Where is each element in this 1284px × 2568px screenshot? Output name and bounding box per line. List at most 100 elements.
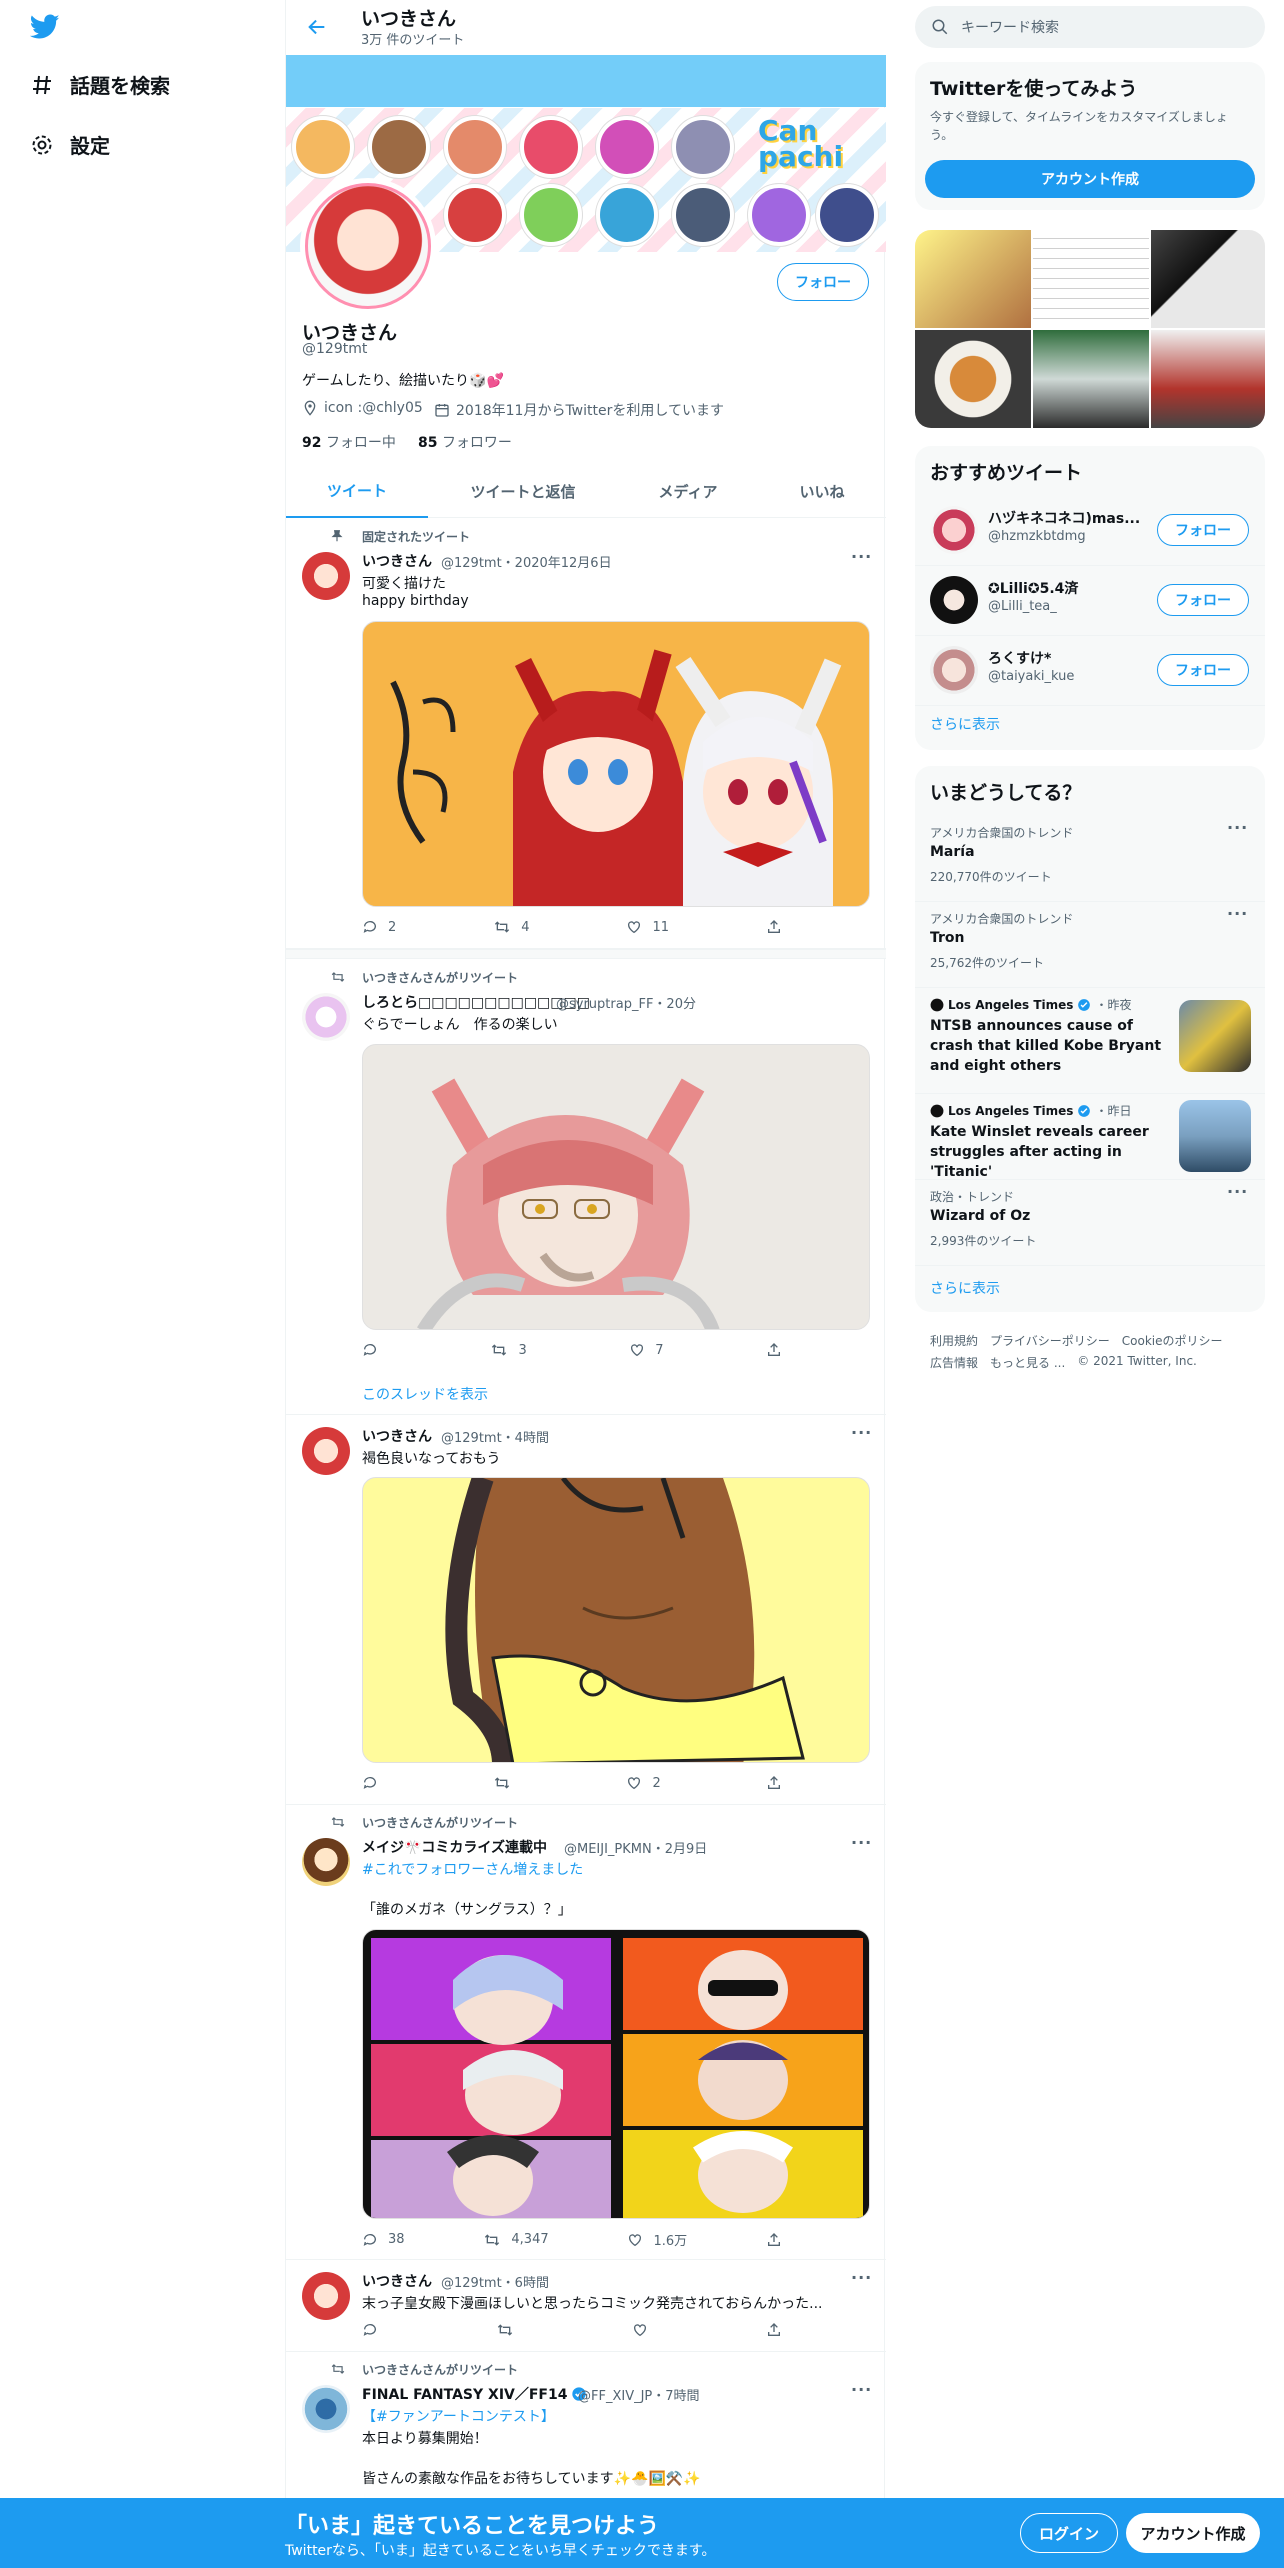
avatar[interactable] xyxy=(930,576,978,624)
tweet-author[interactable]: いつきさん xyxy=(362,551,432,571)
reply-button[interactable]: 2 xyxy=(362,919,396,935)
more-icon[interactable]: ··· xyxy=(851,1833,872,1852)
avatar[interactable] xyxy=(930,646,978,694)
login-button[interactable]: ログイン xyxy=(1020,2513,1118,2553)
user-row[interactable]: ✪Lilli✪5.4済 @Lilli_tea_ フォロー xyxy=(915,566,1265,636)
reply-button[interactable] xyxy=(362,2322,378,2338)
user-row[interactable]: ろくすけ* @taiyaki_kue フォロー xyxy=(915,636,1265,706)
retweet-button[interactable]: 4 xyxy=(493,919,530,935)
more-icon[interactable]: ··· xyxy=(1227,1182,1248,1201)
more-icon[interactable]: ··· xyxy=(851,2380,872,2399)
tab-replies[interactable]: ツイートと返信 xyxy=(428,465,618,518)
trend-item[interactable]: アメリカ合衆国のトレンド María 220,770件のツイート ··· xyxy=(915,816,1265,902)
profile-avatar[interactable] xyxy=(300,178,436,314)
tweet-image[interactable] xyxy=(362,1477,870,1763)
reply-button[interactable] xyxy=(362,1775,388,1791)
tweet-author[interactable]: メイジ🎌コミカライズ連載中 xyxy=(362,1837,547,1857)
media-thumb[interactable] xyxy=(915,330,1031,428)
user-row[interactable]: ハヅキネコネコ)mas... @hzmzkbtdmg フォロー xyxy=(915,496,1265,566)
retweet-label[interactable]: いつきさんさんがリツイート xyxy=(362,2361,518,2378)
retweet-label[interactable]: いつきさんさんがリツイート xyxy=(362,1814,518,1831)
retweet-button[interactable]: 4,347 xyxy=(483,2230,549,2249)
tab-media[interactable]: メディア xyxy=(618,465,758,518)
avatar[interactable] xyxy=(302,993,350,1041)
media-grid[interactable] xyxy=(915,230,1265,428)
footer-link[interactable]: プライバシーポリシー xyxy=(990,1332,1110,1349)
follow-button[interactable]: フォロー xyxy=(1157,654,1249,686)
retweet-label[interactable]: いつきさんさんがリツイート xyxy=(362,969,518,986)
show-more-link[interactable]: さらに表示 xyxy=(930,714,1000,734)
tweet-image[interactable] xyxy=(362,621,870,907)
tweet-retweet[interactable]: いつきさんさんがリツイート メイジ🎌コミカライズ連載中 @MEIJI_PKMN・… xyxy=(286,1805,886,2260)
avatar[interactable] xyxy=(302,2385,350,2433)
avatar[interactable] xyxy=(302,1427,350,1475)
tweet-image[interactable] xyxy=(362,1044,870,1330)
media-thumb[interactable] xyxy=(1033,230,1149,328)
tab-tweets[interactable]: ツイート xyxy=(286,465,428,518)
tab-likes[interactable]: いいね xyxy=(758,465,886,518)
like-button[interactable]: 11 xyxy=(626,919,669,935)
media-thumb[interactable] xyxy=(1033,330,1149,428)
share-button[interactable] xyxy=(766,919,782,935)
show-thread-link[interactable]: このスレッドを表示 xyxy=(362,1384,488,1404)
share-button[interactable] xyxy=(766,2230,782,2249)
more-icon[interactable]: ··· xyxy=(851,547,872,566)
more-icon[interactable]: ··· xyxy=(1227,904,1248,923)
footer-link[interactable]: 広告情報 xyxy=(930,1354,978,1371)
tweet-author[interactable]: FINAL FANTASY XIV／FF14 xyxy=(362,2384,587,2404)
like-button[interactable] xyxy=(632,2322,648,2338)
tweet-author[interactable]: いつきさん xyxy=(362,2271,432,2291)
tweet-retweet[interactable]: いつきさんさんがリツイート しろとら□□□□□□□□□□□□□ @syruptr… xyxy=(286,960,886,1415)
search-input[interactable]: キーワード検索 xyxy=(915,6,1265,48)
back-arrow-icon[interactable] xyxy=(306,16,328,38)
nav-explore[interactable]: 話題を検索 xyxy=(30,70,170,99)
retweet-button[interactable] xyxy=(493,1775,521,1791)
follow-button[interactable]: フォロー xyxy=(777,263,869,301)
tweet[interactable]: いつきさん @129tmt・4時間 ··· 褐色良いなっておもう 2 xyxy=(286,1415,886,1805)
create-account-button[interactable]: アカウント作成 xyxy=(925,160,1255,198)
avatar[interactable] xyxy=(930,506,978,554)
media-thumb[interactable] xyxy=(1151,230,1265,328)
avatar[interactable] xyxy=(302,1838,350,1886)
media-thumb[interactable] xyxy=(915,230,1031,328)
footer-link[interactable]: Cookieのポリシー xyxy=(1122,1332,1223,1349)
share-button[interactable] xyxy=(766,2322,782,2338)
following-link[interactable]: 92 フォロー中 xyxy=(302,432,396,452)
tweet-pinned[interactable]: 固定されたツイート いつきさん @129tmt・2020年12月6日 ··· 可… xyxy=(286,519,886,949)
show-more-link[interactable]: さらに表示 xyxy=(930,1278,1000,1298)
retweet-button[interactable]: 3 xyxy=(490,1342,527,1358)
tweet-retweet[interactable]: いつきさんさんがリツイート FINAL FANTASY XIV／FF14 @FF… xyxy=(286,2352,886,2498)
media-thumb[interactable] xyxy=(1151,330,1265,428)
trend-item[interactable]: 政治・トレンド Wizard of Oz 2,993件のツイート ··· xyxy=(915,1180,1265,1266)
location-text[interactable]: icon :@chly05 xyxy=(324,400,423,416)
more-icon[interactable]: ··· xyxy=(1227,818,1248,837)
share-button[interactable] xyxy=(766,1342,782,1358)
tweet[interactable]: いつきさん @129tmt・6時間 ··· 末っ子皇女殿下漫画ほしいと思ったらコ… xyxy=(286,2260,886,2352)
more-icon[interactable]: ··· xyxy=(851,1423,872,1442)
hashtag-link[interactable]: #これでフォロワーさん増えました xyxy=(362,1859,583,1879)
signup-button[interactable]: アカウント作成 xyxy=(1126,2513,1260,2553)
avatar[interactable] xyxy=(302,2272,350,2320)
like-button[interactable]: 2 xyxy=(626,1775,661,1791)
reply-button[interactable] xyxy=(362,1342,388,1358)
trend-item[interactable]: アメリカ合衆国のトレンド Tron 25,762件のツイート ··· xyxy=(915,902,1265,988)
follow-button[interactable]: フォロー xyxy=(1157,514,1249,546)
like-button[interactable]: 1.6万 xyxy=(627,2230,687,2249)
tweet-author[interactable]: いつきさん xyxy=(362,1426,432,1446)
follow-button[interactable]: フォロー xyxy=(1157,584,1249,616)
twitter-logo-icon[interactable] xyxy=(30,14,60,40)
tweet-image[interactable] xyxy=(362,1929,870,2219)
avatar[interactable] xyxy=(302,552,350,600)
more-icon[interactable]: ··· xyxy=(851,2268,872,2287)
like-button[interactable]: 7 xyxy=(629,1342,664,1358)
reply-button[interactable]: 38 xyxy=(362,2230,405,2249)
footer-link[interactable]: もっと見る ... xyxy=(990,1354,1065,1371)
retweet-button[interactable] xyxy=(496,2322,514,2338)
news-item[interactable]: Los Angeles Times ・昨日 Kate Winslet reveal… xyxy=(915,1094,1265,1180)
nav-settings[interactable]: 設定 xyxy=(30,130,110,159)
followers-link[interactable]: 85 フォロワー xyxy=(418,432,512,452)
share-button[interactable] xyxy=(766,1775,782,1791)
hashtag-link[interactable]: 【#ファンアートコンテスト】 xyxy=(362,2406,555,2426)
news-item[interactable]: Los Angeles Times ・昨夜 NTSB announces caus… xyxy=(915,988,1265,1094)
footer-link[interactable]: 利用規約 xyxy=(930,1332,978,1349)
